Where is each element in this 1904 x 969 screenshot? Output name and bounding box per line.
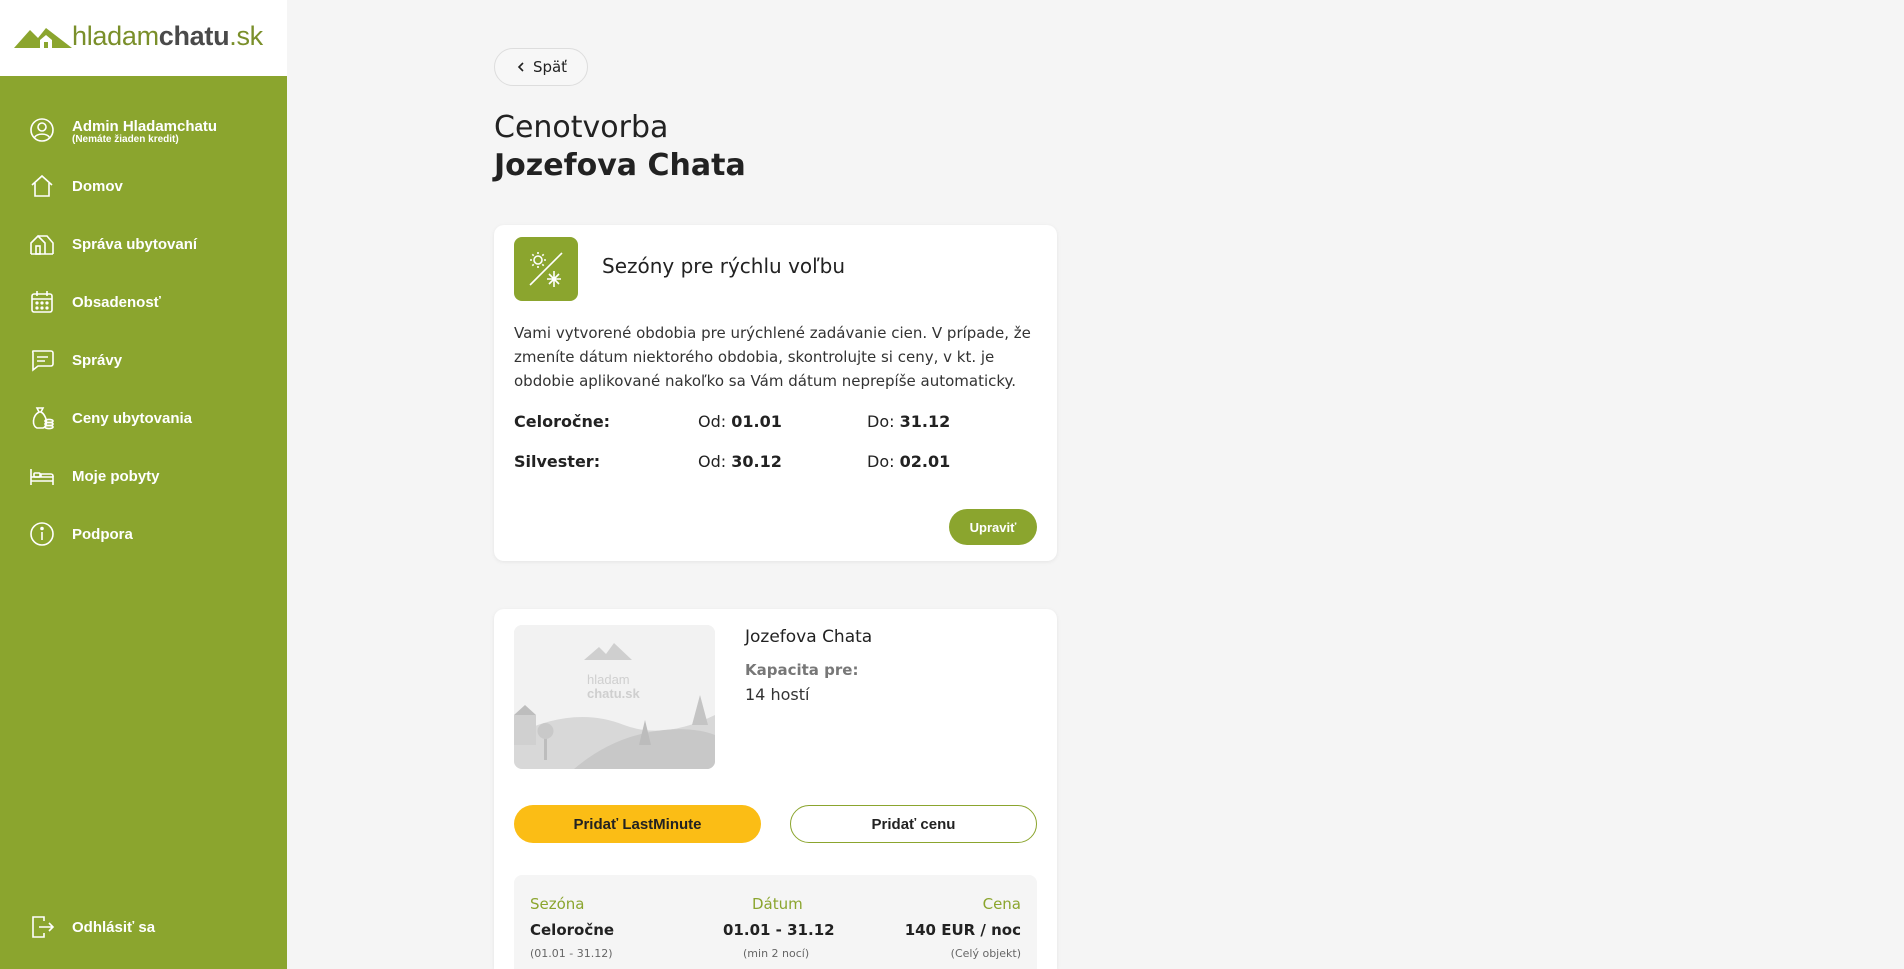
- sidebar-item-label: Podpora: [72, 525, 133, 543]
- logo-mountain-icon: [14, 28, 72, 48]
- seasons-card-title: Sezóny pre rýchlu voľbu: [602, 254, 846, 278]
- sidebar-item-messages[interactable]: Správy: [0, 340, 287, 380]
- back-button-label: Späť: [532, 58, 568, 76]
- user-credit: (Nemáte žiaden kredit): [72, 134, 179, 145]
- logo[interactable]: hladamchatu.sk: [0, 0, 287, 76]
- sidebar-item-label: Správa ubytovaní: [72, 235, 198, 253]
- season-name: Celoročne:: [514, 412, 611, 431]
- column-header-date: Dátum: [752, 895, 803, 913]
- sidebar-item-home[interactable]: Domov: [0, 166, 287, 206]
- column-header-price: Cena: [982, 895, 1021, 913]
- building-icon: [28, 230, 56, 258]
- sidebar-item-prices[interactable]: Ceny ubytovania: [0, 398, 287, 438]
- placeholder-logo-text: hladam chatu.sk: [587, 672, 640, 701]
- row-date: 01.01 - 31.12: [723, 921, 835, 939]
- row-season-range: (01.01 - 31.12): [530, 947, 613, 960]
- bed-icon: [28, 462, 56, 490]
- logout-button[interactable]: Odhlásiť sa: [0, 907, 287, 947]
- page-title: Cenotvorba: [494, 110, 669, 145]
- season-from: Od: 01.01: [698, 412, 782, 431]
- sidebar-item-label: Ceny ubytovania: [72, 409, 193, 427]
- sidebar-item-accommodation[interactable]: Správa ubytovaní: [0, 224, 287, 264]
- seasons-card: Sezóny pre rýchlu voľbu Vami vytvorené o…: [494, 225, 1057, 561]
- row-min-nights: (min 2 nocí): [743, 947, 810, 960]
- sidebar-item-label: Správy: [72, 351, 123, 369]
- row-price: 140 EUR / noc: [904, 921, 1021, 939]
- season-icon: [514, 237, 578, 301]
- money-bag-icon: [28, 404, 56, 432]
- property-image-placeholder: hladam chatu.sk: [514, 625, 715, 769]
- home-icon: [28, 172, 56, 200]
- sidebar-item-support[interactable]: Podpora: [0, 514, 287, 554]
- row-price-type: (Celý objekt): [950, 947, 1021, 960]
- chevron-left-icon: [517, 62, 524, 72]
- logout-icon: [28, 913, 56, 941]
- capacity-label: Kapacita pre:: [745, 661, 859, 679]
- sidebar: hladamchatu.sk Admin Hladamchatu (Nemáte…: [0, 0, 287, 969]
- sidebar-item-occupancy[interactable]: Obsadenosť: [0, 282, 287, 322]
- message-icon: [28, 346, 56, 374]
- sidebar-item-label: Domov: [72, 177, 123, 195]
- back-button[interactable]: Späť: [494, 48, 588, 86]
- season-name: Silvester:: [514, 452, 601, 471]
- property-name: Jozefova Chata: [745, 627, 873, 647]
- sidebar-item-stays[interactable]: Moje pobyty: [0, 456, 287, 496]
- season-to: Do: 31.12: [867, 412, 951, 431]
- edit-seasons-button[interactable]: Upraviť: [949, 509, 1037, 545]
- sidebar-item-label: Moje pobyty: [72, 467, 160, 485]
- season-from: Od: 30.12: [698, 452, 782, 471]
- capacity-value: 14 hostí: [745, 685, 810, 704]
- user-icon: [28, 116, 56, 144]
- page-subtitle: Jozefova Chata: [494, 148, 746, 183]
- season-row: Celoročne: Od: 01.01 Do: 31.12: [514, 412, 1042, 436]
- season-row: Silvester: Od: 30.12 Do: 02.01: [514, 452, 1042, 476]
- add-lastminute-button[interactable]: Pridať LastMinute: [514, 805, 761, 843]
- price-table: Sezóna Dátum Cena Celoročne 01.01 - 31.1…: [514, 875, 1037, 969]
- user-name[interactable]: Admin Hladamchatu: [72, 118, 217, 135]
- column-header-season: Sezóna: [530, 895, 585, 913]
- logo-text: hladamchatu.sk: [72, 21, 263, 51]
- logout-label: Odhlásiť sa: [72, 918, 156, 936]
- sidebar-item-label: Obsadenosť: [72, 293, 161, 311]
- seasons-card-description: Vami vytvorené obdobia pre urýchlené zad…: [514, 324, 1031, 390]
- calendar-icon: [28, 288, 56, 316]
- property-card: hladam chatu.sk Jozefova Chata Kapacita p…: [494, 609, 1057, 969]
- info-icon: [28, 520, 56, 548]
- season-to: Do: 02.01: [867, 452, 951, 471]
- add-price-button[interactable]: Pridať cenu: [790, 805, 1037, 843]
- row-season: Celoročne: [530, 921, 615, 939]
